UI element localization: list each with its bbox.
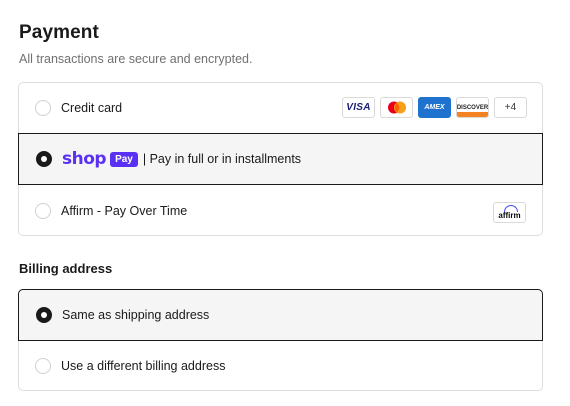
payment-option-shop-pay[interactable]: shop Pay | Pay in full or in installment… — [18, 133, 543, 185]
affirm-badge-text: affirm — [498, 211, 521, 220]
affirm-radio[interactable] — [35, 203, 51, 219]
payment-title: Payment — [19, 22, 99, 43]
billing-address-group: Same as shipping address Use a different… — [18, 289, 543, 391]
billing-title: Billing address — [19, 261, 113, 276]
billing-option-different[interactable]: Use a different billing address — [19, 341, 542, 391]
mastercard-icon — [380, 97, 413, 118]
different-address-label: Use a different billing address — [61, 359, 226, 373]
same-address-radio[interactable] — [36, 307, 52, 323]
same-address-label: Same as shipping address — [62, 308, 210, 322]
discover-icon: DISCOVER — [456, 97, 489, 118]
affirm-icon: affirm — [493, 202, 526, 223]
shop-pay-radio[interactable] — [36, 151, 52, 167]
amex-icon: AMEX — [418, 97, 451, 118]
payment-subtitle: All transactions are secure and encrypte… — [19, 52, 253, 66]
affirm-label: Affirm - Pay Over Time — [61, 203, 188, 218]
payment-option-credit-card[interactable]: Credit card VISA AMEX DISCOVER +4 — [19, 83, 542, 133]
different-address-radio[interactable] — [35, 358, 51, 374]
shop-pay-label: | Pay in full or in installments — [142, 152, 302, 166]
credit-card-label: Credit card — [61, 101, 123, 115]
shop-logo-word: shop — [62, 149, 107, 169]
credit-card-radio[interactable] — [35, 100, 51, 116]
card-brand-icons: VISA AMEX DISCOVER +4 — [342, 97, 527, 118]
billing-option-same[interactable]: Same as shipping address — [18, 289, 543, 341]
visa-icon: VISA — [342, 97, 375, 118]
shop-pay-pill: Pay — [110, 151, 138, 167]
more-cards-badge: +4 — [494, 97, 527, 118]
payment-methods-group: Credit card VISA AMEX DISCOVER +4 shop P… — [18, 82, 543, 236]
payment-option-affirm[interactable]: Affirm - Pay Over Time affirm — [19, 185, 542, 236]
shop-pay-logo: shop Pay | Pay in full or in installment… — [62, 149, 301, 169]
